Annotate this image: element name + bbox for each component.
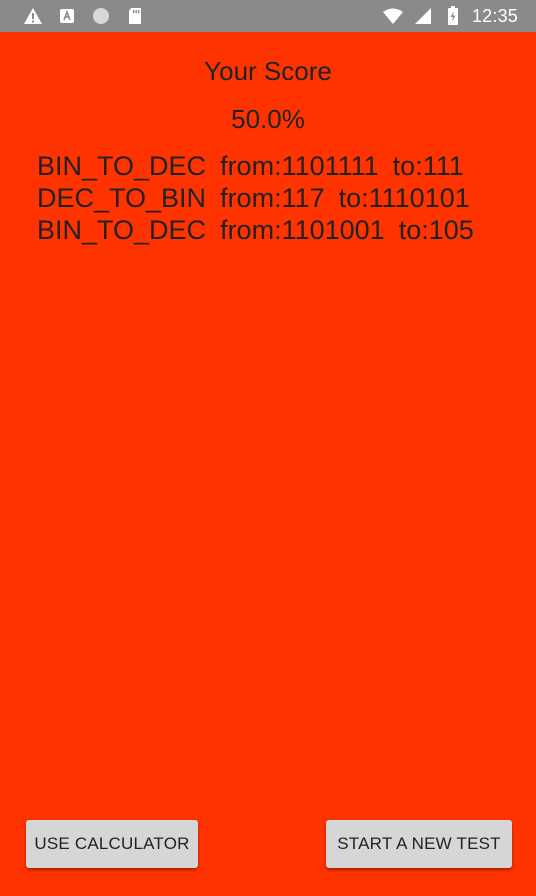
result-to: to:1110101 xyxy=(338,183,470,213)
status-icons-left xyxy=(22,6,146,26)
result-row: BIN_TO_DEC from:1101111 to:111 xyxy=(37,150,507,182)
result-type: BIN_TO_DEC xyxy=(37,151,207,181)
status-icons-right: 12:35 xyxy=(382,5,518,27)
result-row: DEC_TO_BIN from:117 to:1110101 xyxy=(37,182,507,214)
result-from: from:1101111 xyxy=(220,151,379,181)
results-list: BIN_TO_DEC from:1101111 to:111 DEC_TO_BIN f… xyxy=(37,150,507,246)
signal-icon xyxy=(412,6,434,26)
wifi-icon xyxy=(382,6,404,26)
start-new-test-button[interactable]: START A NEW TEST xyxy=(326,820,512,868)
sd-card-icon xyxy=(124,6,146,26)
a-icon xyxy=(56,6,78,26)
circle-icon xyxy=(90,6,112,26)
status-bar: 12:35 xyxy=(0,0,536,32)
result-type: DEC_TO_BIN xyxy=(37,183,207,213)
result-row: BIN_TO_DEC from:1101001 to:105 xyxy=(37,214,507,246)
result-from: from:1101001 xyxy=(220,215,385,245)
score-screen: Your Score 50.0% BIN_TO_DEC from:1101111 t… xyxy=(0,32,536,896)
result-to: to:111 xyxy=(392,151,464,181)
use-calculator-button[interactable]: USE CALCULATOR xyxy=(26,820,198,868)
page-title: Your Score xyxy=(204,56,332,86)
result-to: to:105 xyxy=(398,215,474,245)
status-time: 12:35 xyxy=(471,6,518,26)
warning-icon xyxy=(22,6,44,26)
result-type: BIN_TO_DEC xyxy=(37,215,207,245)
score-value: 50.0% xyxy=(231,104,305,134)
battery-icon xyxy=(442,6,464,26)
result-from: from:117 xyxy=(220,183,325,213)
